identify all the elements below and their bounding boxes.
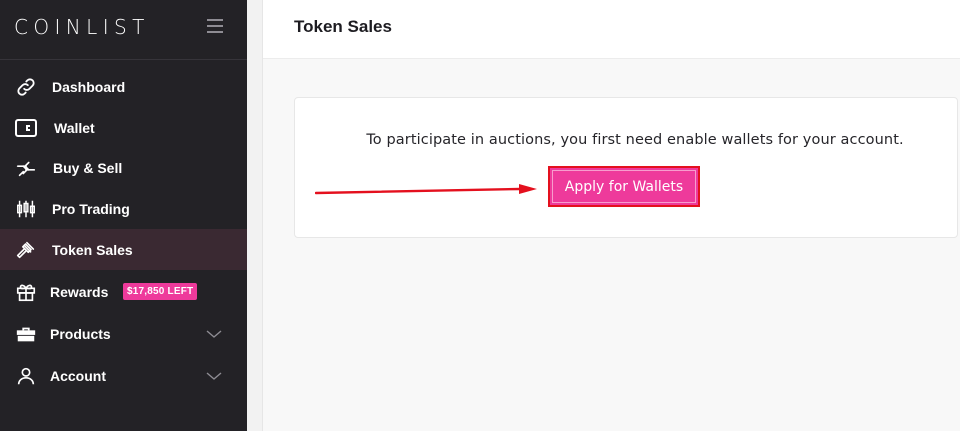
sidebar-item-label: Wallet — [54, 119, 95, 136]
hamburger-menu-icon[interactable] — [207, 19, 223, 33]
sidebar-item-buy-sell[interactable]: Buy & Sell — [0, 147, 247, 188]
sidebar-item-label: Pro Trading — [52, 200, 130, 217]
link-icon — [14, 75, 38, 99]
gift-icon — [14, 280, 38, 304]
sidebar: COINLIST Dashboard Wallet Buy & Sell Pro… — [0, 0, 247, 431]
candlestick-icon — [14, 197, 38, 221]
sidebar-divider — [0, 59, 247, 60]
user-icon — [14, 364, 38, 388]
swap-arrows-icon — [14, 156, 38, 180]
sidebar-item-label: Rewards — [50, 283, 109, 300]
sidebar-item-label: Token Sales — [52, 241, 133, 258]
gavel-icon — [14, 238, 38, 262]
sidebar-item-rewards[interactable]: Rewards $17,850 LEFT — [0, 271, 247, 312]
wallet-icon — [14, 116, 38, 140]
rewards-badge: $17,850 LEFT — [123, 283, 198, 300]
apply-for-wallets-button[interactable]: Apply for Wallets — [548, 166, 700, 207]
scrollbar[interactable] — [247, 0, 263, 431]
chevron-down-icon[interactable] — [205, 325, 223, 343]
sidebar-item-label: Account — [50, 367, 106, 384]
sidebar-item-label: Dashboard — [52, 78, 126, 95]
coinlist-logo[interactable]: COINLIST — [14, 15, 150, 39]
page-title: Token Sales — [294, 17, 392, 36]
sidebar-item-label: Buy & Sell — [53, 159, 123, 176]
sidebar-item-account[interactable]: Account — [0, 355, 247, 396]
sidebar-item-pro-trading[interactable]: Pro Trading — [0, 188, 247, 229]
annotation-arrow-icon — [315, 184, 537, 195]
sidebar-item-products[interactable]: Products — [0, 313, 247, 354]
chevron-down-icon[interactable] — [205, 367, 223, 385]
wallet-notice-message: To participate in auctions, you first ne… — [366, 132, 904, 148]
sidebar-item-wallet[interactable]: Wallet — [0, 107, 247, 148]
page-header: Token Sales — [263, 0, 960, 59]
sidebar-item-label: Products — [50, 325, 111, 342]
sidebar-item-dashboard[interactable]: Dashboard — [0, 66, 247, 107]
sidebar-item-token-sales[interactable]: Token Sales — [0, 229, 247, 270]
briefcase-icon — [14, 322, 38, 346]
apply-button-label: Apply for Wallets — [564, 178, 684, 195]
